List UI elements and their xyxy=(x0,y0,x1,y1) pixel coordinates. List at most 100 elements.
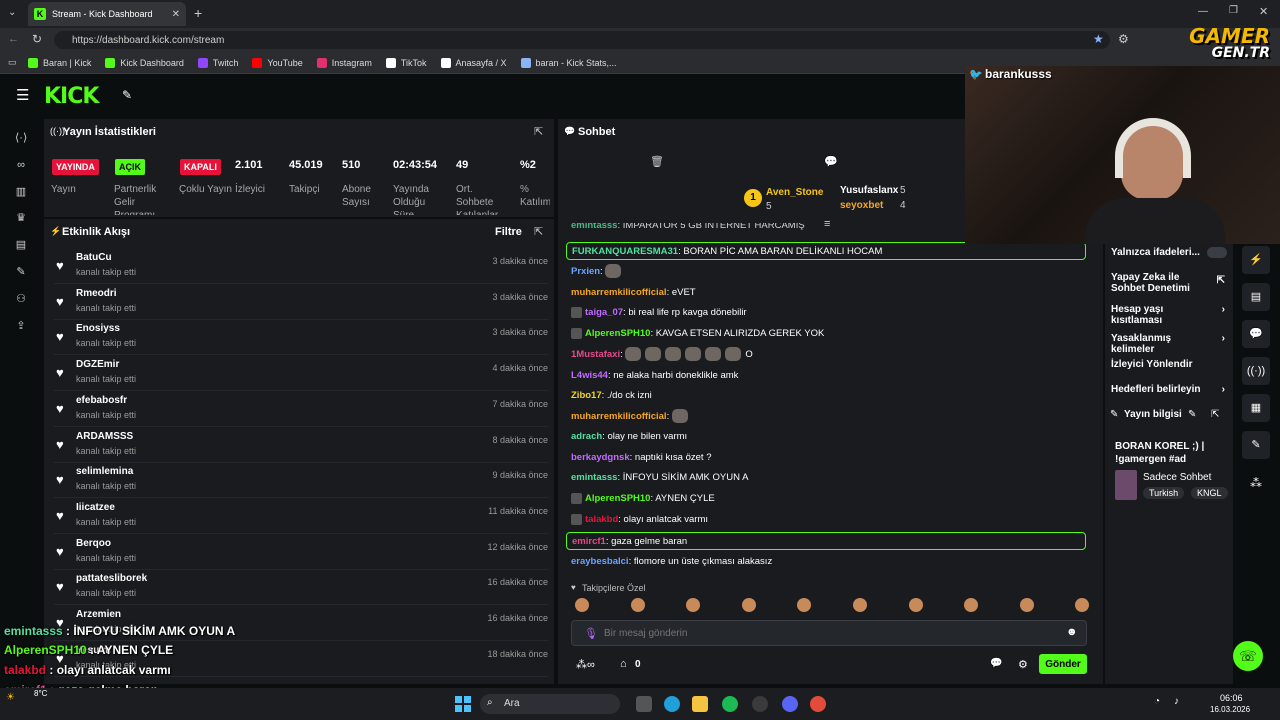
chat-username[interactable]: FURKANQUARESMA31 xyxy=(572,246,678,257)
start-icon[interactable] xyxy=(455,696,471,712)
filter-button[interactable]: Filtre xyxy=(495,226,522,238)
minimize-icon[interactable]: — xyxy=(1198,6,1208,17)
browser-tab[interactable]: K Stream - Kick Dashboard ✕ xyxy=(28,2,186,26)
broadcast-side-icon[interactable]: ((·)) xyxy=(1242,357,1270,385)
activity-username[interactable]: Berqoo xyxy=(76,538,111,549)
activity-username[interactable]: Rmeodri xyxy=(76,288,117,299)
extensions-icon[interactable]: ⚙ xyxy=(1118,32,1129,46)
activity-item[interactable]: ♥ DGZEmir kanalı takip etti 4 dakika önce xyxy=(54,355,548,392)
toggle-switch[interactable] xyxy=(1207,247,1227,258)
emote-icon[interactable] xyxy=(575,598,589,612)
bookmark-item[interactable]: TikTok xyxy=(385,57,427,68)
close-tab-icon[interactable]: ✕ xyxy=(172,9,180,20)
app-icon[interactable] xyxy=(810,696,826,712)
explorer-icon[interactable] xyxy=(692,696,708,712)
bookmark-item[interactable]: Kick Dashboard xyxy=(105,57,184,68)
reload-icon[interactable]: ↻ xyxy=(32,32,42,46)
taskbar-search[interactable]: ⌕ Ara xyxy=(480,694,620,714)
popout-icon[interactable]: ⇱ xyxy=(1211,409,1219,420)
activity-username[interactable]: Enosiyss xyxy=(76,323,120,334)
link-nav-icon[interactable]: ∞ xyxy=(15,159,27,171)
chat-side-icon[interactable]: 💬 xyxy=(1242,320,1270,348)
kick-logo[interactable]: KICK xyxy=(44,84,99,109)
discord-icon[interactable] xyxy=(782,696,798,712)
chat-message[interactable]: berkaydgnsk: naptıki kısa özet ? xyxy=(571,449,1091,467)
url-input[interactable]: https://dashboard.kick.com/stream xyxy=(54,31,1110,49)
activity-item[interactable]: ♥ BatuCu kanalı takip etti 3 dakika önce xyxy=(54,248,548,284)
chat-setting-item[interactable]: Yasaklanmış kelimeler › xyxy=(1111,333,1229,355)
chat-username[interactable]: emintasss xyxy=(571,223,617,231)
bookmark-item[interactable]: baran - Kick Stats,... xyxy=(520,57,617,68)
task-view-icon[interactable] xyxy=(636,696,652,712)
send-button[interactable]: Gönder xyxy=(1039,654,1087,674)
stream-nav-icon[interactable]: ⟨·⟩ xyxy=(15,132,27,144)
chat-message[interactable]: 1Mustafaxi: O xyxy=(571,346,1091,364)
category-name[interactable]: Sadece Sohbet xyxy=(1143,472,1211,483)
chat-setting-item[interactable]: Yalnızca ifadeleri... xyxy=(1111,247,1229,258)
wrench-nav-icon[interactable]: ✎ xyxy=(15,266,27,278)
tag-chip[interactable]: Turkish xyxy=(1143,487,1185,499)
activity-username[interactable]: selimlemina xyxy=(76,466,133,477)
layout-side-icon[interactable]: ▦ xyxy=(1242,394,1270,422)
maximize-icon[interactable]: ❐ xyxy=(1229,5,1238,16)
obs-icon[interactable] xyxy=(752,696,768,712)
chat-username[interactable]: L4wis44 xyxy=(571,370,608,381)
points-icon[interactable]: ⁂∞ xyxy=(576,658,595,671)
chat-message[interactable]: AlperenSPH10: KAVGA ETSEN ALIRIZDA GEREK… xyxy=(571,325,1091,343)
bolt-side-icon[interactable]: ⚡ xyxy=(1242,246,1270,274)
gift-icon[interactable]: ⌂ xyxy=(620,658,627,670)
emote-icon[interactable] xyxy=(630,598,645,612)
activity-item[interactable]: ♥ efebabosfr kanalı takip etti 7 dakika önc… xyxy=(54,391,548,427)
bookmark-item[interactable]: Anasayfa / X xyxy=(440,57,507,68)
bookmark-item[interactable]: Instagram xyxy=(316,57,372,68)
chat-settings-bubble-icon[interactable]: 💬 xyxy=(990,658,1002,669)
activity-item[interactable]: ♥ Berqoo kanalı takip etti 12 dakika önce xyxy=(54,534,548,570)
tools-icon[interactable]: ✎ xyxy=(122,88,132,102)
chat-username[interactable]: AlperenSPH10 xyxy=(585,328,650,339)
leaderboard-name[interactable]: Aven_Stone xyxy=(766,187,823,198)
emote-icon[interactable] xyxy=(853,598,867,612)
emote-icon[interactable] xyxy=(1019,598,1034,612)
activity-item[interactable]: ♥ ARDAMSSS kanalı takip etti 8 dakika önce xyxy=(54,427,548,463)
wrench-side-icon[interactable]: ✎ xyxy=(1242,431,1270,459)
new-tab-button[interactable]: + xyxy=(194,5,202,21)
chat-setting-item[interactable]: Yapay Zeka ile Sohbet Denetimi ⇱ xyxy=(1111,272,1229,294)
emote-icon[interactable] xyxy=(908,598,923,612)
chat-setting-item[interactable]: İzleyici Yönlendir xyxy=(1111,359,1229,370)
activity-username[interactable]: DGZEmir xyxy=(76,359,119,370)
close-window-icon[interactable]: ✕ xyxy=(1259,5,1268,18)
chat-username[interactable]: 1Mustafaxi xyxy=(571,349,620,360)
chat-message[interactable]: emintasss: İNFOYU SİKİM AMK OYUN A xyxy=(571,469,1091,487)
edge-icon[interactable] xyxy=(664,696,680,712)
upload-nav-icon[interactable]: ⇪ xyxy=(15,320,27,332)
activity-item[interactable]: ♥ selimlemina kanalı takip etti 9 dakika ön… xyxy=(54,462,548,499)
chat-username[interactable]: emintasss xyxy=(571,472,617,483)
help-button[interactable]: ☏ xyxy=(1233,641,1263,671)
chat-username[interactable]: eraybesbalci xyxy=(571,556,629,567)
activity-item[interactable]: ♥ Rmeodri kanalı takip etti 3 dakika önce xyxy=(54,284,548,320)
activity-username[interactable]: efebabosfr xyxy=(76,395,127,406)
activity-item[interactable]: ♥ pattatesliborek kanalı takip etti 16 daki… xyxy=(54,569,548,606)
chat-username[interactable]: AlperenSPH10 xyxy=(585,493,650,504)
trash-icon[interactable]: 🗑 xyxy=(650,155,664,168)
analytics-nav-icon[interactable]: ▥ xyxy=(15,186,27,198)
tag-chip[interactable]: KNGL xyxy=(1191,487,1228,499)
chat-message[interactable]: Zibo17: ./do ck izni xyxy=(571,387,1091,405)
emote-icon[interactable] xyxy=(741,598,756,612)
activity-username[interactable]: Iiicatzee xyxy=(76,502,115,513)
activity-username[interactable]: pattatesliborek xyxy=(76,573,147,584)
chat-setting-item[interactable]: Hedefleri belirleyin › xyxy=(1111,384,1229,395)
chat-message[interactable]: AlperenSPH10: AYNEN ÇYLE xyxy=(571,490,1091,508)
chat-message[interactable]: talakbd: olayı anlatcak varmı xyxy=(571,511,1091,529)
tab-list-icon[interactable]: ⌄ xyxy=(8,7,16,18)
chat-settings-gear-icon[interactable]: ⚙ xyxy=(1018,658,1028,671)
chat-message[interactable]: emircf1: gaza gelme baran xyxy=(566,532,1086,550)
chat-mode-icon[interactable]: 💬 xyxy=(824,155,838,168)
volume-icon[interactable]: ♪ xyxy=(1174,696,1179,707)
library-nav-icon[interactable]: ▤ xyxy=(15,239,27,251)
chat-username[interactable]: talakbd xyxy=(585,514,618,525)
mic-icon[interactable]: 🎙 xyxy=(584,627,598,640)
favorite-star-icon[interactable]: ★ xyxy=(1093,32,1104,46)
chat-username[interactable]: muharremkilicofficial xyxy=(571,287,667,298)
menu-icon[interactable]: ☰ xyxy=(16,86,29,104)
